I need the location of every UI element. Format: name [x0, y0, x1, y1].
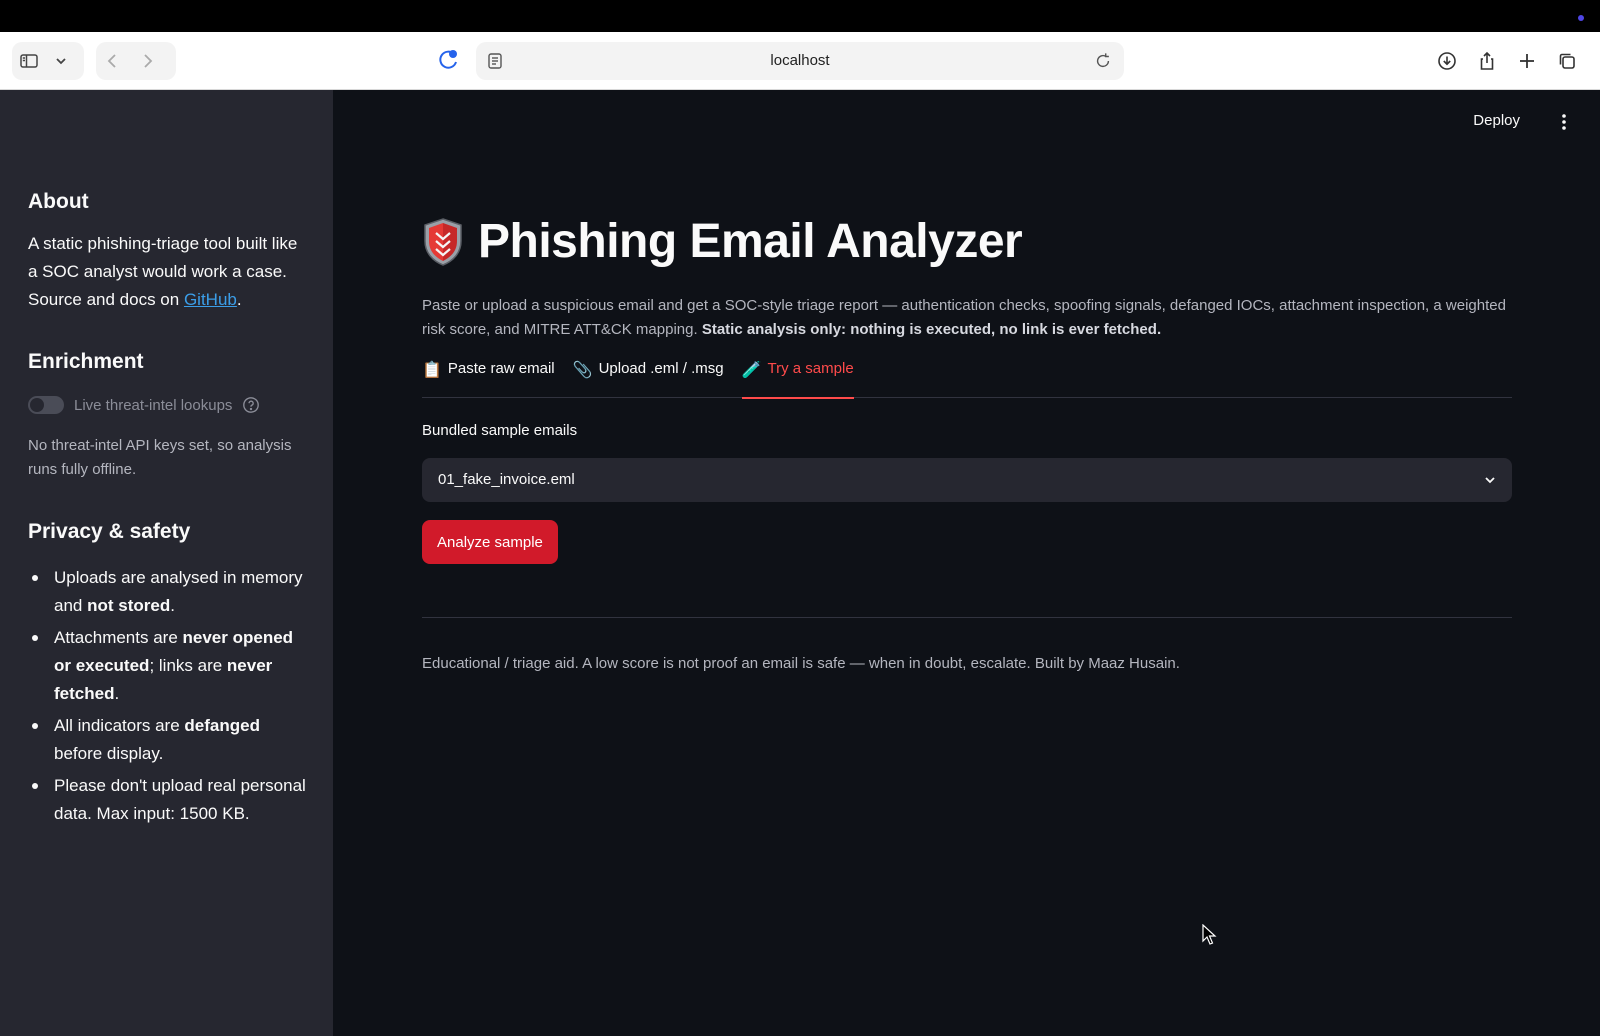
- enrichment-section: Enrichment Live threat-intel lookups No …: [28, 350, 308, 482]
- browser-toolbar: localhost: [0, 32, 1600, 90]
- footer-disclaimer: Educational / triage aid. A low score is…: [422, 655, 1180, 672]
- share-icon[interactable]: [1470, 44, 1504, 78]
- sample-select-label: Bundled sample emails: [422, 422, 578, 439]
- analyze-sample-button[interactable]: Analyze sample: [422, 520, 558, 564]
- about-heading: About: [28, 190, 89, 213]
- reload-icon[interactable]: [1094, 52, 1112, 70]
- input-tabs: 📋 Paste raw email 📎 Upload .eml / .msg 🧪…: [422, 358, 1512, 399]
- about-section: About A static phishing-triage tool buil…: [28, 190, 308, 314]
- privacy-item-text: All indicators are: [54, 716, 185, 735]
- mouse-cursor-icon: [1202, 924, 1217, 945]
- privacy-item-bold: not stored: [87, 596, 171, 615]
- tab-upload-eml[interactable]: 📎 Upload .eml / .msg: [573, 358, 724, 398]
- new-tab-icon[interactable]: [1510, 44, 1544, 78]
- github-link[interactable]: GitHub: [184, 290, 237, 309]
- privacy-item-text: Please don't upload real personal data. …: [54, 776, 306, 823]
- sidebar-toggle-icon[interactable]: [12, 44, 46, 78]
- clipboard-icon: 📋: [422, 362, 442, 379]
- page-title: Phishing Email Analyzer: [478, 215, 1023, 268]
- forward-icon[interactable]: [130, 44, 164, 78]
- about-text-body: A static phishing-triage tool built like…: [28, 234, 298, 309]
- about-text: A static phishing-triage tool built like…: [28, 230, 308, 314]
- about-text-end: .: [236, 290, 242, 309]
- status-dot-icon: [1578, 15, 1584, 21]
- privacy-heading: Privacy & safety: [28, 520, 191, 543]
- privacy-item-text: .: [114, 684, 120, 703]
- enrichment-note: No threat-intel API keys set, so analysi…: [28, 437, 292, 478]
- extension-icon[interactable]: [436, 48, 460, 72]
- threat-intel-toggle-label: Live threat-intel lookups: [74, 396, 233, 414]
- tab-label: Paste raw email: [447, 360, 555, 377]
- paperclip-icon: 📎: [572, 362, 593, 379]
- description-bold: Static analysis only: nothing is execute…: [701, 321, 1162, 338]
- privacy-section: Privacy & safety Uploads are analysed in…: [28, 520, 310, 832]
- privacy-item-text: Attachments are: [54, 628, 183, 647]
- test-tube-icon: 🧪: [741, 362, 762, 379]
- title-row: Phishing Email Analyzer: [422, 214, 1023, 269]
- privacy-item-text: before display.: [54, 744, 164, 763]
- more-menu-icon[interactable]: [1554, 112, 1574, 132]
- chevron-down-icon: [1485, 477, 1495, 484]
- tab-paste-raw-email[interactable]: 📋 Paste raw email: [422, 358, 555, 398]
- privacy-item-bold: defanged: [184, 716, 260, 735]
- tab-label: Try a sample: [767, 360, 854, 377]
- tab-label: Upload .eml / .msg: [598, 360, 724, 377]
- privacy-item: Attachments are never opened or executed…: [28, 624, 310, 708]
- privacy-item: Please don't upload real personal data. …: [28, 772, 310, 828]
- threat-intel-toggle[interactable]: [28, 396, 64, 414]
- page-description: Paste or upload a suspicious email and g…: [422, 294, 1512, 342]
- main-panel: Deploy Phishing Email Analyzer Paste or …: [333, 90, 1600, 1036]
- privacy-list: Uploads are analysed in memory and not s…: [28, 564, 310, 828]
- chevron-down-icon[interactable]: [46, 44, 76, 78]
- deploy-button[interactable]: Deploy: [1473, 112, 1520, 129]
- os-menu-bar: [0, 0, 1600, 32]
- threat-intel-toggle-row: Live threat-intel lookups: [28, 396, 308, 414]
- sidebar: About A static phishing-triage tool buil…: [0, 90, 333, 1036]
- address-bar[interactable]: localhost: [476, 42, 1124, 80]
- tab-overview-icon[interactable]: [1550, 44, 1584, 78]
- tab-try-a-sample[interactable]: 🧪 Try a sample: [741, 358, 854, 399]
- shield-icon: [424, 217, 462, 266]
- privacy-item-text: .: [170, 596, 175, 615]
- privacy-item: All indicators are defanged before displ…: [28, 712, 310, 768]
- url-text: localhost: [770, 52, 830, 69]
- sample-select-value: 01_fake_invoice.eml: [438, 471, 575, 488]
- download-icon[interactable]: [1430, 44, 1464, 78]
- nav-buttons: [96, 42, 176, 80]
- help-icon[interactable]: [242, 396, 260, 414]
- sample-email-select[interactable]: 01_fake_invoice.eml: [422, 458, 1512, 502]
- privacy-item-text: ; links are: [149, 656, 227, 675]
- divider: [422, 617, 1512, 618]
- sidebar-toggle-group: [12, 42, 84, 80]
- privacy-item: Uploads are analysed in memory and not s…: [28, 564, 310, 620]
- back-icon[interactable]: [96, 44, 130, 78]
- enrichment-heading: Enrichment: [28, 350, 144, 373]
- browser-right-tools: [1430, 44, 1584, 78]
